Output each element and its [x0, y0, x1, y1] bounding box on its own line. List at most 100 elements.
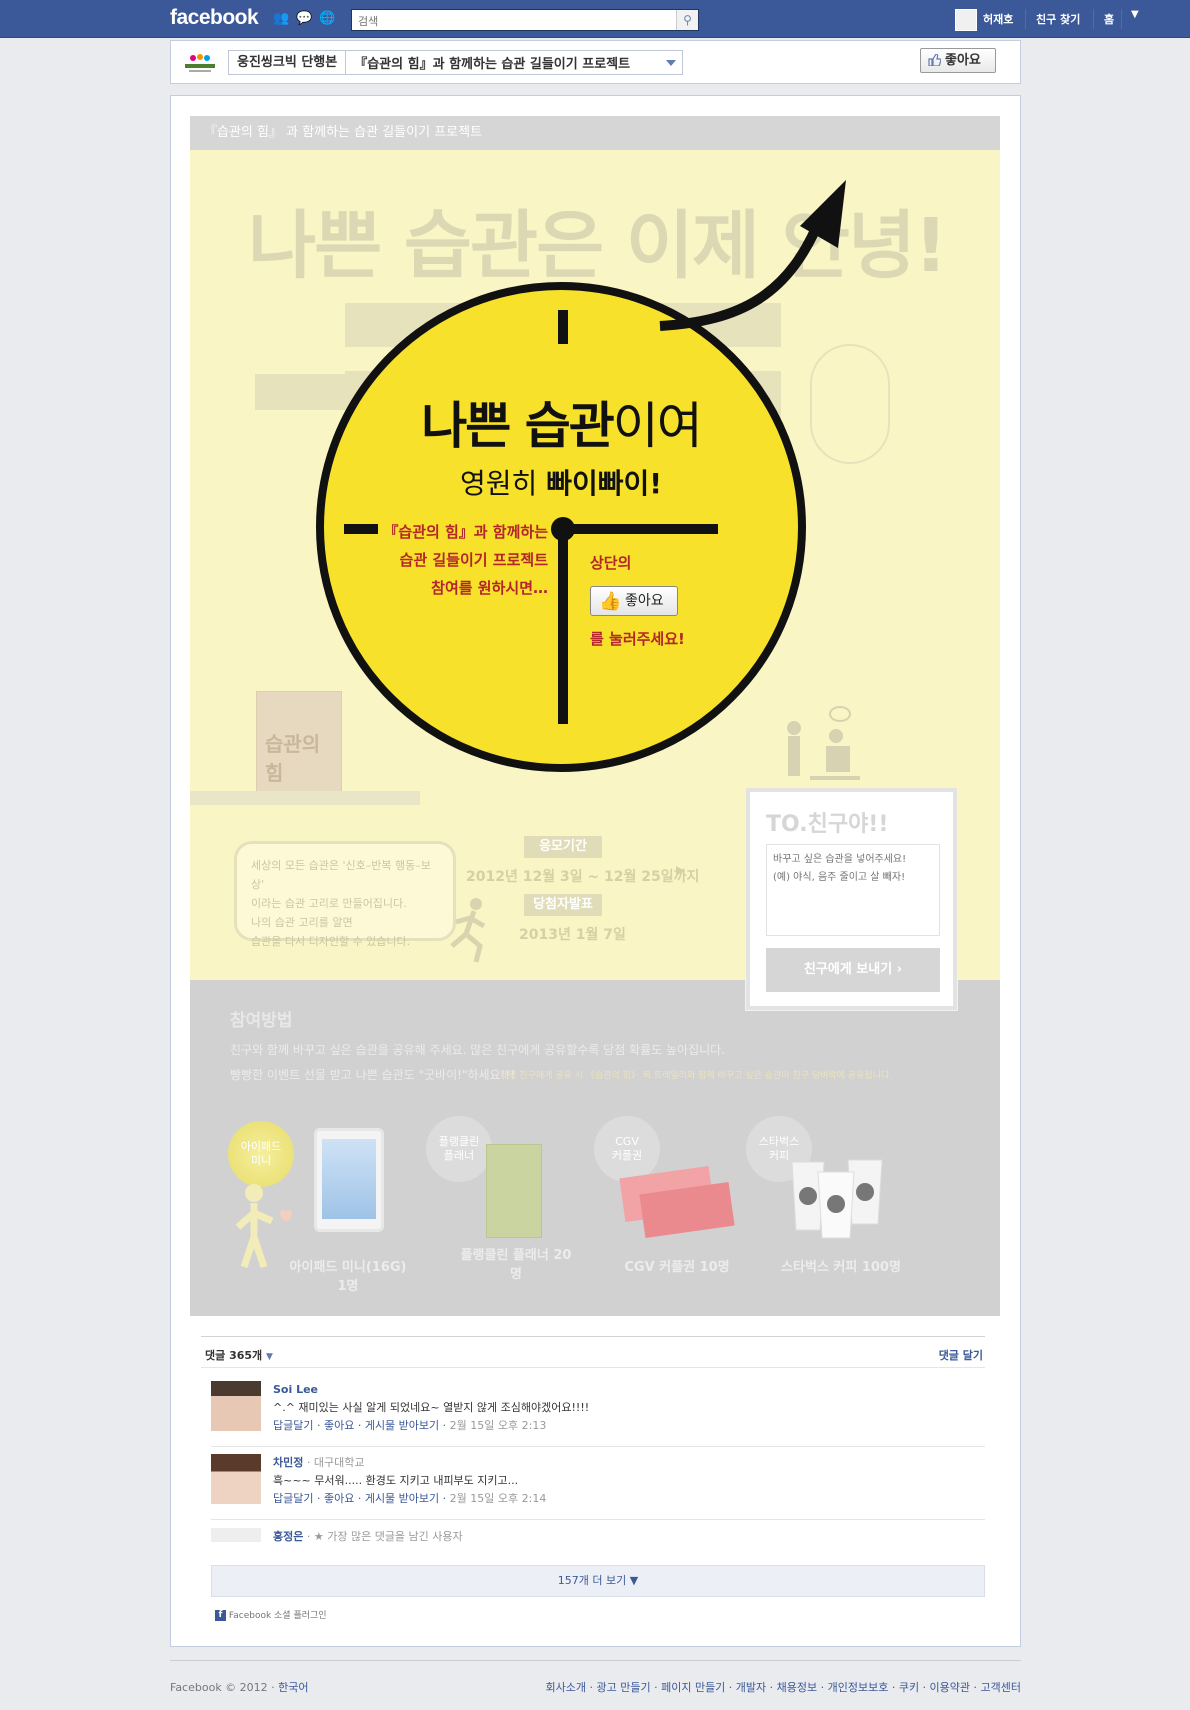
circle-like-image: 👍 좋아요	[590, 586, 678, 616]
planner-image	[486, 1144, 542, 1238]
friend-box-title: TO.친구야!!	[766, 812, 889, 837]
commenter-name[interactable]: 홍정은	[273, 1530, 303, 1543]
like-label: 좋아요	[945, 53, 981, 68]
bubble-line: 나의 습관 고리를 알면	[251, 916, 353, 929]
curved-arrow-icon	[659, 180, 846, 331]
nav-divider	[1093, 9, 1094, 29]
habit-input[interactable]	[766, 844, 940, 936]
ipad-mini-image	[314, 1128, 384, 1232]
nav-divider	[1121, 9, 1122, 29]
winner-value: 2013년 1월 7일	[519, 927, 626, 943]
comment-item: 홍정은 · ★ 가장 많은 댓글을 남긴 사용자	[211, 1528, 985, 1548]
prize-label-ipad: 아이패드 미니(16G) 1명	[289, 1260, 407, 1294]
clock-center	[551, 517, 575, 541]
prize-label-starbucks: 스타벅스 커피 100명	[781, 1260, 901, 1275]
social-plugin-credit[interactable]: f Facebook 소셜 플러그인	[215, 1608, 327, 1621]
tab-name[interactable]: 『습관의 힘』과 함께하는 습관 길들이기 프로젝트	[346, 53, 638, 72]
circle-headline: 나쁜 습관이여	[421, 397, 702, 455]
page-tab-selector[interactable]: 웅진씽크빅 단행본 『습관의 힘』과 함께하는 습관 길들이기 프로젝트	[228, 50, 683, 75]
app-content: 『습관의 힘』 과 함께하는 습관 길들이기 프로젝트 나쁜 습관은 이제 안녕…	[170, 95, 1021, 1647]
search-icon[interactable]: ⚲	[676, 10, 698, 30]
chevron-down-icon[interactable]	[666, 60, 676, 66]
facebook-topbar: facebook 👥 💬 🌐 ⚲ 허재호 친구 찾기 홈 ▼	[0, 0, 1190, 38]
facebook-f-icon: f	[215, 1610, 226, 1621]
banner-title: 『습관의 힘』 과 함께하는 습관 길들이기 프로젝트	[190, 116, 1000, 150]
friend-requests-icon[interactable]: 👥	[273, 11, 289, 26]
bubble-line: 이라는 습관 고리로 만들어집니다.	[251, 897, 407, 910]
profile-avatar[interactable]	[955, 9, 977, 31]
man-heart-illustration	[235, 1184, 292, 1269]
profile-link[interactable]: 허재호	[983, 11, 1013, 27]
commenter-avatar[interactable]	[211, 1381, 261, 1431]
bubble-line: 습관을 다시 디자인할 수 있습니다.	[251, 935, 411, 948]
circle-right-bottom: 를 눌러주세요!	[590, 630, 685, 648]
running-man-illustration	[450, 898, 486, 963]
commenter-avatar[interactable]	[211, 1454, 261, 1504]
thumbs-up-icon	[928, 54, 941, 66]
howto-note: 페북 친구에게 공유 시 《습관의 힘》 북 트레일러와 함께 바꾸고 싶은 습…	[500, 1071, 893, 1081]
clock-circle: 나쁜 습관이여 영원히 빠이빠이! 『습관의 힘』과 함께하는 습관 길들이기 …	[316, 282, 806, 772]
book-cover-image: 습관의 힘	[256, 691, 342, 799]
send-label: 친구에게 보내기	[803, 962, 893, 977]
page-logo-icon[interactable]	[183, 52, 217, 74]
write-comment-link[interactable]: 댓글 달기	[939, 1347, 983, 1363]
facebook-logo[interactable]: facebook	[170, 6, 259, 30]
home-link[interactable]: 홈	[1104, 11, 1114, 27]
comment-count[interactable]: 댓글 365개 ▼	[205, 1347, 273, 1363]
commenter-badge: · ★ 가장 많은 댓글을 남긴 사용자	[303, 1530, 463, 1543]
language-link[interactable]: 한국어	[278, 1681, 308, 1694]
nav-divider	[1025, 9, 1026, 29]
comment-item: Soi Lee ^.^ 재미있는 사실 알게 되었네요~ 열받지 않게 조심해야…	[211, 1381, 985, 1447]
search-input[interactable]	[352, 11, 672, 32]
friend-share-box: TO.친구야!! 친구에게 보내기 ›	[746, 788, 957, 1010]
circle-left-text: 『습관의 힘』과 함께하는 습관 길들이기 프로젝트 참여를 원하시면…	[383, 523, 548, 597]
page-name[interactable]: 웅진씽크빅 단행본	[229, 51, 347, 74]
comment-actions[interactable]: 답글달기 · 좋아요 · 게시물 받아보기 · 2월 15일 오후 2:13	[273, 1417, 973, 1435]
comment-text: ^.^ 재미있는 사실 알게 되었네요~ 열받지 않게 조심해야겠어요!!!!	[273, 1401, 590, 1414]
ghost-clock	[810, 344, 890, 464]
commenter-name[interactable]: Soi Lee	[273, 1381, 973, 1399]
comment-text: 흑~~~ 무서워..... 환경도 지키고 내피부도 지키고...	[273, 1474, 519, 1487]
circle-right-top: 상단의	[590, 554, 632, 572]
bubble-line: 세상의 모든 습관은 '신호–반복 행동–보상'	[251, 859, 431, 891]
find-friends-link[interactable]: 친구 찾기	[1036, 11, 1080, 27]
prize-badge-planner: 플랭클린 플래너	[426, 1116, 492, 1182]
page-like-button[interactable]: 좋아요	[920, 48, 996, 73]
comments-header: 댓글 365개 ▼ 댓글 달기	[201, 1336, 985, 1368]
footer-links[interactable]: 회사소개 · 광고 만들기 · 페이지 만들기 · 개발자 · 채용정보 · 개…	[546, 1679, 1021, 1695]
clock-hand-down	[558, 536, 568, 724]
howto-line1: 친구와 함께 바꾸고 싶은 습관을 공유해 주세요. 많은 친구에게 공유할수록…	[230, 1043, 726, 1057]
starbucks-cups-image	[791, 1159, 883, 1239]
notifications-globe-icon[interactable]: 🌐	[319, 11, 335, 26]
footer-copyright: Facebook © 2012 · 한국어	[170, 1681, 309, 1694]
howto-title: 참여방법	[230, 1011, 293, 1031]
thumbs-up-icon: 👍	[599, 591, 622, 612]
prize-label-cgv: CGV 커플권 10명	[624, 1260, 730, 1275]
period-value: 2012년 12월 3일 ~ 12월 25일까지	[466, 869, 700, 885]
circle-subheadline: 영원히 빠이빠이!	[460, 467, 662, 500]
event-banner: 『습관의 힘』 과 함께하는 습관 길들이기 프로젝트 나쁜 습관은 이제 안녕…	[190, 116, 1000, 1316]
winner-label: 당첨자발표	[524, 894, 602, 916]
clock-hand-right	[570, 524, 718, 534]
clock-tick-top	[558, 310, 568, 344]
prize-label-planner: 플랭클린 플래너 20명	[460, 1248, 572, 1282]
comment-actions[interactable]: 답글달기 · 좋아요 · 게시물 받아보기 · 2월 15일 오후 2:14	[273, 1490, 973, 1508]
prize-badge-cgv: CGV 커플권	[594, 1116, 660, 1182]
howto-line2: 빵빵한 이벤트 선물 받고 나쁜 습관도 "굿바이!"하세요!!!	[230, 1068, 516, 1082]
commenter-avatar[interactable]	[211, 1528, 261, 1542]
load-more-comments-button[interactable]: 157개 더 보기 ▼	[211, 1565, 985, 1597]
commenter-name[interactable]: 차민정	[273, 1456, 303, 1469]
messages-icon[interactable]: 💬	[296, 11, 312, 26]
comment-item: 차민정 · 대구대학교 흑~~~ 무서워..... 환경도 지키고 내피부도 지…	[211, 1454, 985, 1520]
commenter-affiliation: · 대구대학교	[303, 1456, 365, 1469]
search-box[interactable]: ⚲	[351, 9, 699, 32]
page-footer: Facebook © 2012 · 한국어 회사소개 · 광고 만들기 · 페이…	[170, 1660, 1021, 1700]
shelf	[190, 791, 420, 805]
account-menu-icon[interactable]: ▼	[1131, 9, 1139, 20]
habit-loop-bubble: 세상의 모든 습관은 '신호–반복 행동–보상' 이라는 습관 고리로 만들어집…	[234, 841, 456, 948]
arrow-right-icon: ▶	[676, 863, 686, 877]
prize-badge-ipad: 아이패드 미니	[228, 1121, 294, 1187]
book-title: 습관의 힘	[265, 732, 321, 785]
send-to-friend-button[interactable]: 친구에게 보내기 ›	[766, 948, 940, 992]
period-label: 응모기간	[524, 836, 602, 858]
